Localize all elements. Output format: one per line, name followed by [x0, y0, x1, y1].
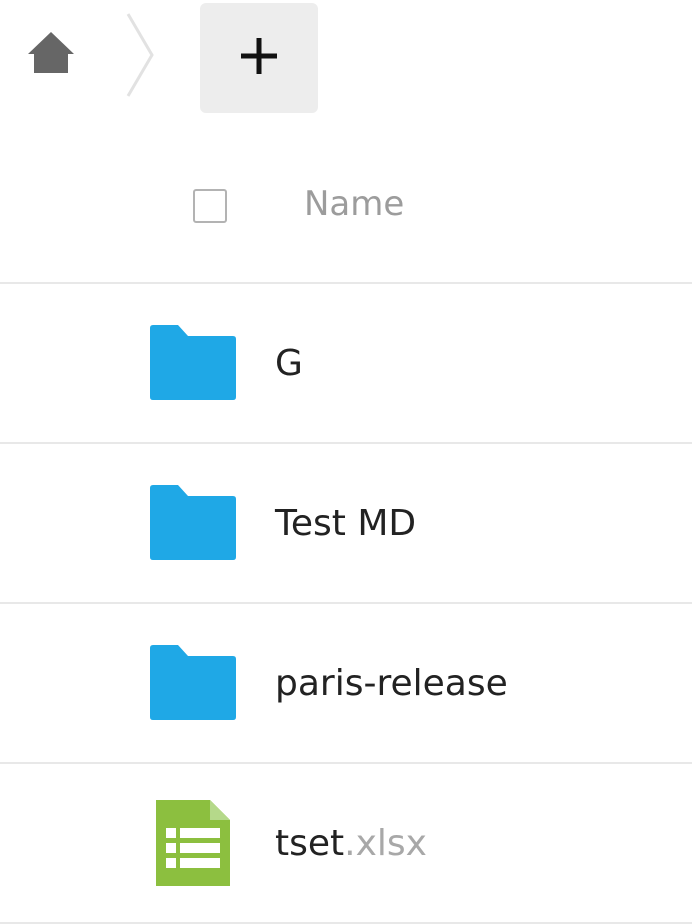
file-name[interactable]: paris-release [275, 661, 508, 707]
home-icon [26, 29, 76, 79]
plus-icon [239, 36, 279, 80]
breadcrumb-toolbar [0, 0, 692, 118]
file-row-paris-release[interactable]: paris-release [0, 604, 692, 764]
select-all-checkbox[interactable] [193, 189, 227, 223]
file-row-g[interactable]: G [0, 284, 692, 444]
name-column-header[interactable]: Name [304, 182, 404, 226]
folder-icon [148, 324, 238, 402]
file-name[interactable]: Test MD [275, 501, 416, 547]
file-name[interactable]: G [275, 341, 303, 387]
file-row-test-md[interactable]: Test MD [0, 444, 692, 604]
chevron-right-icon [120, 12, 160, 98]
file-row-tset-xlsx[interactable]: tset.xlsx [0, 764, 692, 924]
spreadsheet-icon [148, 800, 238, 886]
folder-icon [148, 484, 238, 562]
home-button[interactable] [22, 28, 80, 80]
folder-icon [148, 644, 238, 722]
file-list-header: Name [0, 118, 692, 284]
file-list: G Test MD paris-release tset.xlsx [0, 284, 692, 924]
file-name[interactable]: tset.xlsx [275, 821, 427, 867]
new-button[interactable] [200, 3, 318, 113]
